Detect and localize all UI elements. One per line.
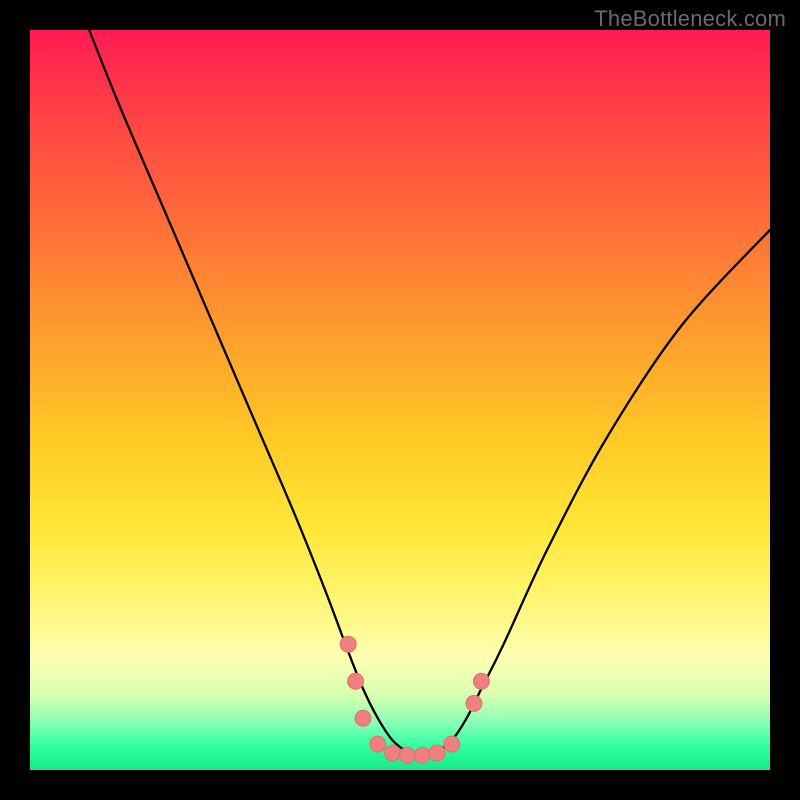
data-marker xyxy=(370,736,386,752)
data-marker xyxy=(348,673,364,689)
data-marker xyxy=(414,747,430,763)
watermark-text: TheBottleneck.com xyxy=(594,6,786,32)
marker-group xyxy=(340,636,489,763)
chart-frame: TheBottleneck.com xyxy=(0,0,800,800)
plot-area xyxy=(30,30,770,770)
data-marker xyxy=(444,736,460,752)
data-marker xyxy=(466,695,482,711)
data-marker xyxy=(355,710,371,726)
data-marker xyxy=(473,673,489,689)
bottleneck-curve xyxy=(89,30,770,755)
data-marker xyxy=(399,747,415,763)
data-marker xyxy=(429,745,445,761)
chart-svg xyxy=(30,30,770,770)
data-marker xyxy=(385,745,401,761)
data-marker xyxy=(340,636,356,652)
